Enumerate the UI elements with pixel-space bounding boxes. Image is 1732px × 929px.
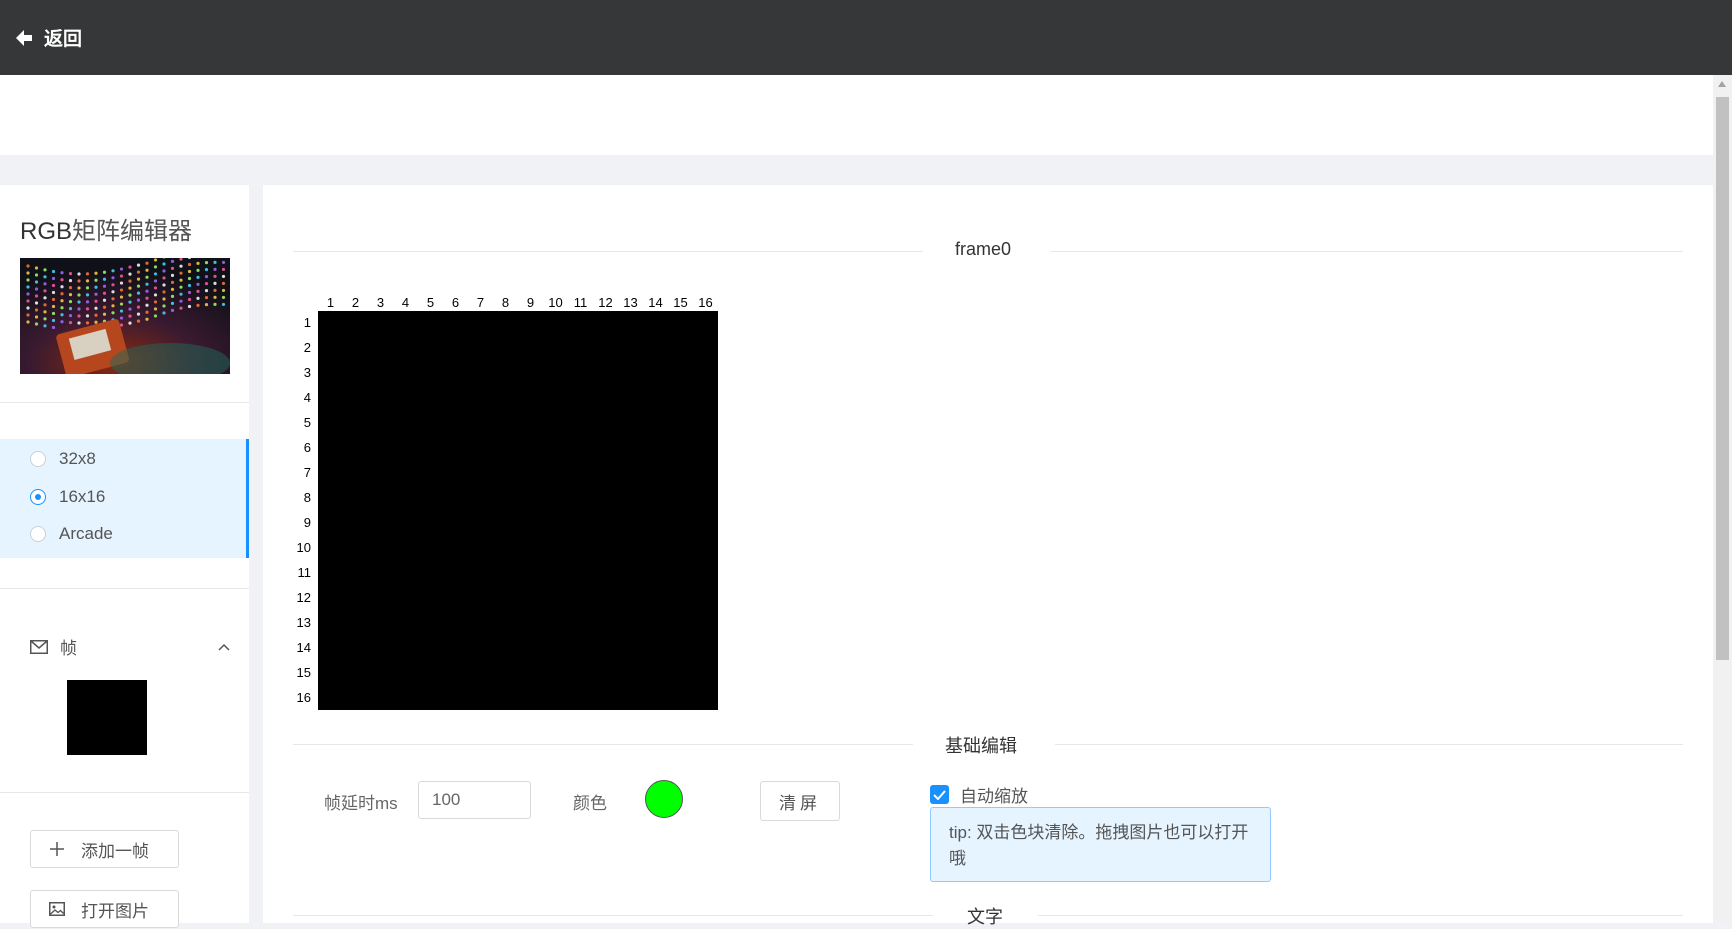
pixel-matrix[interactable] [318, 311, 718, 710]
tip-box: tip: 双击色块清除。拖拽图片也可以打开哦 [930, 807, 1271, 882]
arrow-left-icon [16, 29, 32, 46]
app-title: RGB矩阵编辑器 [20, 211, 192, 246]
app-title-suffix: 矩阵编辑器 [72, 218, 193, 245]
delay-input[interactable] [418, 781, 531, 819]
row-number: 14 [296, 640, 311, 655]
column-number: 11 [573, 295, 588, 310]
vertical-scrollbar[interactable] [1713, 75, 1732, 923]
add-frame-label: 添加一帧 [81, 841, 149, 861]
active-indicator [246, 439, 249, 558]
column-number: 3 [376, 295, 385, 310]
size-option-label: 16x16 [59, 487, 106, 506]
size-option-16x16[interactable]: 16x16 [30, 487, 105, 507]
top-bar: 返回 [0, 0, 1732, 75]
scroll-up-arrow-icon[interactable] [1718, 81, 1726, 87]
divider-line [1050, 251, 1683, 252]
row-number: 3 [303, 365, 311, 380]
scrollbar-thumb[interactable] [1716, 97, 1729, 660]
back-label: 返回 [44, 29, 83, 50]
column-number: 13 [623, 295, 638, 310]
header-strip [0, 75, 1713, 155]
delay-label: 帧延时ms [324, 794, 398, 813]
app-title-prefix: RGB [20, 218, 73, 245]
row-number: 4 [303, 390, 311, 405]
divider-line [1038, 915, 1683, 916]
image-icon [49, 902, 65, 916]
row-number: 16 [296, 690, 311, 705]
text-section-title: 文字 [293, 903, 1683, 927]
sidebar-divider [0, 792, 249, 793]
checkbox-checked-icon [930, 785, 949, 804]
row-number: 15 [296, 665, 311, 680]
column-number: 2 [351, 295, 360, 310]
radio-checked-icon [30, 489, 46, 505]
sidebar-divider [0, 588, 249, 589]
clear-screen-button[interactable]: 清屏 [760, 781, 840, 821]
column-number: 5 [426, 295, 435, 310]
radio-icon [30, 526, 46, 542]
radio-icon [30, 451, 46, 467]
basic-edit-section-title: 基础编辑 [293, 732, 1683, 756]
row-number: 7 [303, 465, 311, 480]
frame-title: frame0 [955, 239, 1012, 259]
column-number: 8 [501, 295, 510, 310]
divider-line [293, 744, 913, 745]
column-number: 7 [476, 295, 485, 310]
column-number: 6 [451, 295, 460, 310]
rgb-matrix-photo [20, 258, 230, 374]
add-frame-button[interactable]: 添加一帧 [30, 830, 179, 868]
autozoom-checkbox[interactable]: 自动缩放 [930, 782, 1028, 807]
size-option-label: Arcade [59, 524, 113, 543]
row-number: 10 [296, 540, 311, 555]
frame-section-title: frame0 [293, 239, 1683, 263]
row-number: 11 [297, 565, 312, 580]
autozoom-label: 自动缩放 [960, 787, 1028, 806]
divider-line [1055, 744, 1683, 745]
column-number: 16 [698, 295, 713, 310]
column-number: 14 [648, 295, 663, 310]
color-picker[interactable] [645, 780, 683, 818]
open-image-button[interactable]: 打开图片 [30, 890, 179, 928]
divider-line [293, 251, 923, 252]
frames-menu-header[interactable]: 帧 [30, 634, 230, 659]
divider-line [293, 915, 933, 916]
row-number: 2 [303, 340, 311, 355]
size-option-32x8[interactable]: 32x8 [30, 449, 96, 469]
column-number: 15 [673, 295, 688, 310]
column-number: 4 [401, 295, 410, 310]
main-panel: frame0 1 2 3 4 5 6 7 8 9 10 11 12 13 14 15 16 123456789… [263, 185, 1713, 927]
row-number: 1 [303, 315, 311, 330]
sidebar: RGB矩阵编辑器 32x8 16x16 Arcade 帧 添加一帧 打开图片 [0, 185, 249, 928]
mail-icon [30, 639, 48, 654]
row-number: 8 [303, 490, 311, 505]
sidebar-divider [0, 402, 249, 403]
column-number: 12 [598, 295, 613, 310]
plus-icon [50, 842, 64, 856]
back-button[interactable]: 返回 [14, 24, 82, 51]
chevron-up-icon [218, 643, 230, 651]
row-number: 6 [303, 440, 311, 455]
row-number: 12 [296, 590, 311, 605]
column-number: 9 [526, 295, 535, 310]
frames-label: 帧 [60, 639, 77, 658]
text-section-label: 文字 [967, 907, 1003, 927]
row-number: 5 [303, 415, 311, 430]
row-number: 9 [303, 515, 311, 530]
column-number: 10 [548, 295, 563, 310]
row-number: 13 [296, 615, 311, 630]
open-image-label: 打开图片 [81, 901, 149, 921]
size-option-label: 32x8 [59, 449, 96, 468]
color-label: 颜色 [573, 794, 607, 813]
size-option-arcade[interactable]: Arcade [30, 524, 113, 544]
frame-thumbnail[interactable] [67, 680, 147, 755]
column-number: 1 [326, 295, 335, 310]
basic-edit-title: 基础编辑 [945, 736, 1017, 756]
